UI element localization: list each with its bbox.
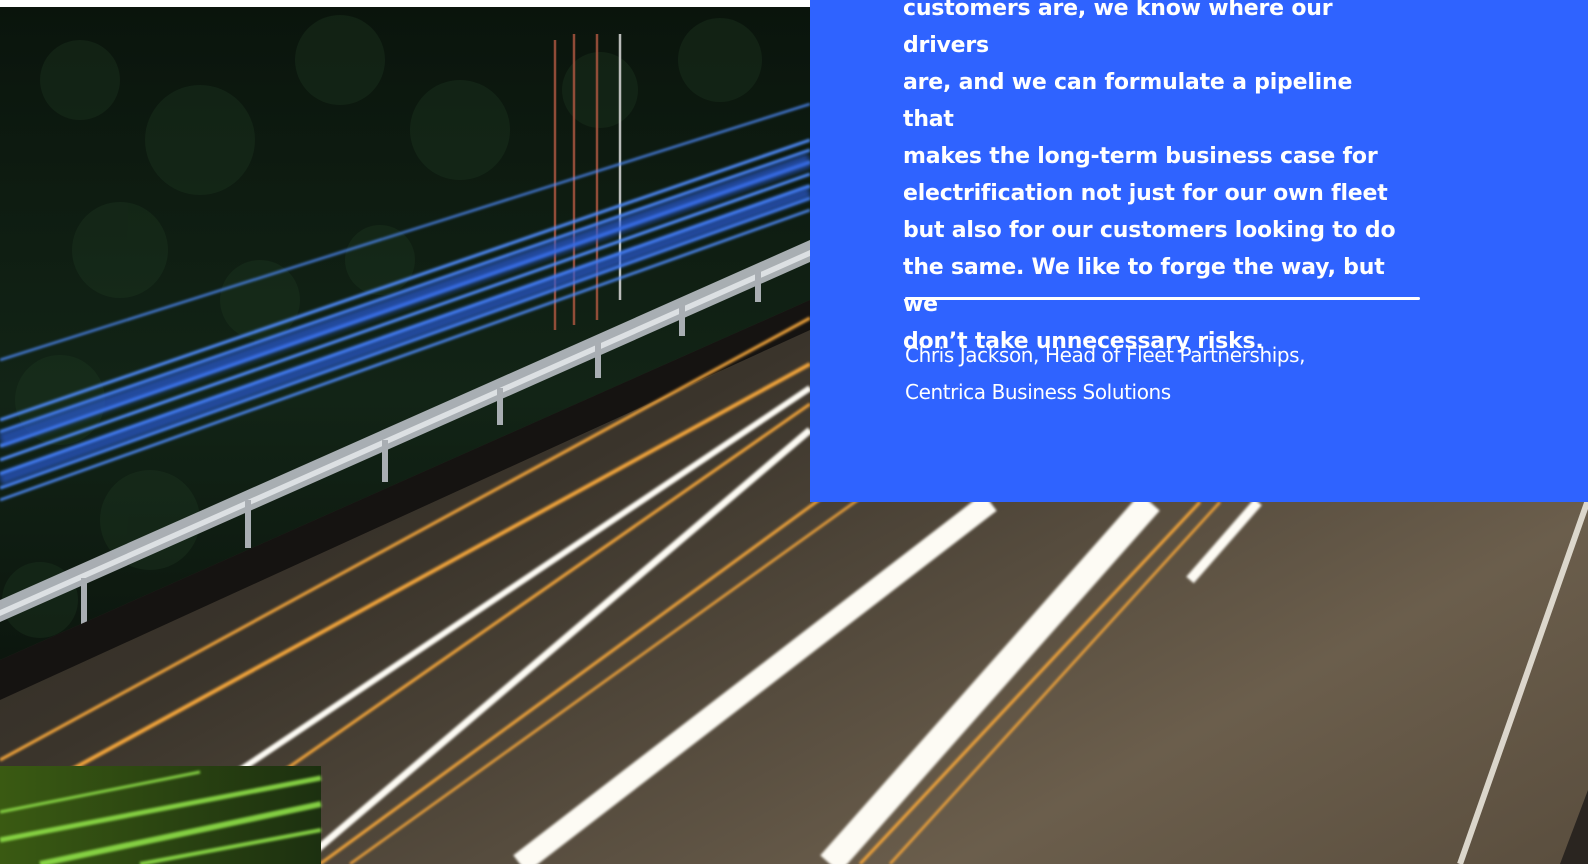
- testimonial-quote-panel: customers are, we know where our drivers…: [810, 0, 1588, 502]
- top-white-strip: [0, 0, 810, 7]
- page-stage: customers are, we know where our drivers…: [0, 0, 1588, 864]
- quote-attribution: Chris Jackson, Head of Fleet Partnership…: [905, 343, 1306, 404]
- green-light-trails-thumbnail: [0, 766, 321, 864]
- quote-divider: [905, 297, 1420, 300]
- quote-text: customers are, we know where our drivers…: [903, 0, 1396, 354]
